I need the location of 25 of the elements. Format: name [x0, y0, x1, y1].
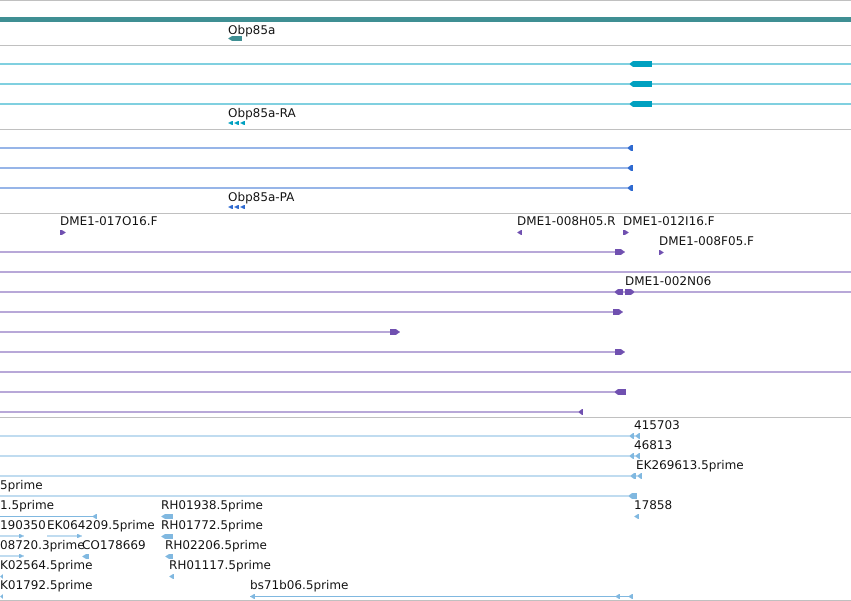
feature-label: EK064209.5prime	[47, 519, 155, 531]
feature-label: RH01117.5prime	[169, 559, 271, 571]
feature-label: Obp85a-RA	[228, 107, 296, 119]
feature-label: DME1-002N06	[625, 275, 712, 287]
feature-label: K02564.5prime	[0, 559, 92, 571]
feature-label: DME1-008F05.F	[659, 235, 754, 247]
feature-label: RH01772.5prime	[161, 519, 263, 531]
feature-label: 46813	[634, 439, 672, 451]
feature-label: CO178669	[82, 539, 146, 551]
feature-label: 415703	[634, 419, 680, 431]
feature-label: DME1-012I16.F	[623, 215, 715, 227]
feature-label: 08720.3prime	[0, 539, 85, 551]
feature-label: K01792.5prime	[0, 579, 92, 591]
feature-label: 1.5prime	[0, 499, 54, 511]
feature-label: EK269613.5prime	[636, 459, 744, 471]
feature-label: Obp85a	[228, 24, 276, 36]
feature-label: RH01938.5prime	[161, 499, 263, 511]
feature-label: DME1-017O16.F	[60, 215, 158, 227]
feature-label: bs71b06.5prime	[250, 579, 348, 591]
feature-label: 17858	[634, 499, 672, 511]
feature-label: DME1-008H05.R	[517, 215, 616, 227]
feature-label: 190350	[0, 519, 46, 531]
feature-label: 5prime	[0, 479, 43, 491]
feature-label: Obp85a-PA	[228, 191, 294, 203]
feature-label: RH02206.5prime	[165, 539, 267, 551]
